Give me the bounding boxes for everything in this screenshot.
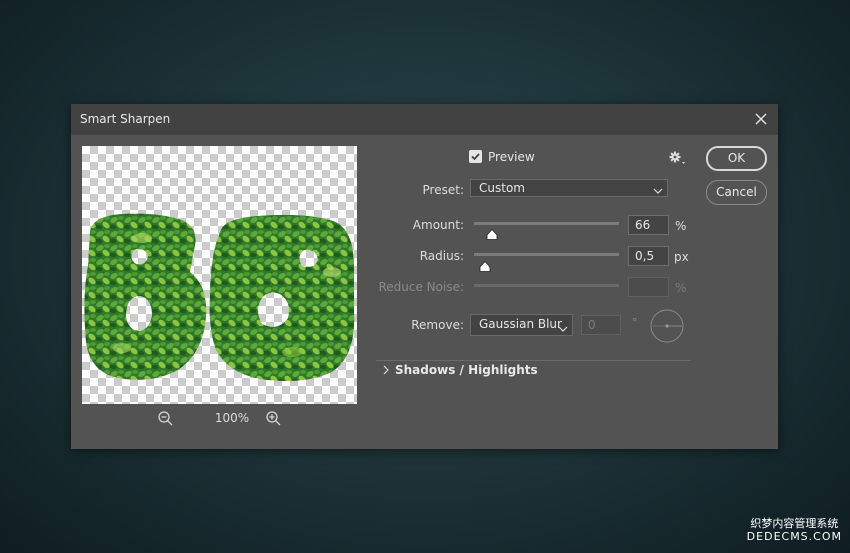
section-divider <box>376 360 691 361</box>
zoom-level: 100% <box>214 411 250 425</box>
watermark-line-1: 织梦内容管理系统 <box>750 517 839 530</box>
shadows-highlights-toggle[interactable]: Shadows / Highlights <box>395 363 538 377</box>
preset-value: Custom <box>479 181 525 195</box>
radius-unit: px <box>674 250 689 264</box>
radius-slider-thumb[interactable] <box>479 257 491 272</box>
reduce-noise-input <box>628 277 669 297</box>
preview-checkbox[interactable] <box>469 150 482 163</box>
radius-input[interactable]: 0,5 <box>628 246 669 266</box>
close-icon[interactable] <box>750 108 772 130</box>
watermark-line-2: DEDECMS.COM <box>746 530 842 543</box>
chevron-right-icon[interactable] <box>380 362 392 376</box>
preview-image[interactable] <box>82 146 357 404</box>
gear-icon[interactable] <box>668 150 688 166</box>
zoom-controls: 100% <box>82 408 357 432</box>
chevron-down-icon <box>558 322 568 336</box>
angle-input: 0 <box>581 315 621 335</box>
amount-slider-thumb[interactable] <box>486 225 498 240</box>
dialog-titlebar[interactable]: Smart Sharpen <box>71 104 778 135</box>
preset-label: Preset: <box>422 183 464 197</box>
reduce-noise-slider <box>474 284 619 287</box>
radius-label: Radius: <box>419 249 464 263</box>
angle-dial-icon[interactable] <box>649 308 685 344</box>
remove-select[interactable]: Gaussian Blur <box>470 314 573 336</box>
reduce-noise-label: Reduce Noise: <box>378 280 464 294</box>
preview-label: Preview <box>488 150 535 164</box>
dialog-title: Smart Sharpen <box>80 112 171 126</box>
smart-sharpen-dialog: Smart Sharpen 100% Preview Preset: Custo… <box>71 104 778 449</box>
watermark: 织梦内容管理系统 DEDECMS.COM <box>747 517 842 543</box>
zoom-in-icon[interactable] <box>265 410 283 428</box>
chevron-down-icon <box>653 184 663 198</box>
amount-unit: % <box>675 219 687 233</box>
ok-button[interactable]: OK <box>706 146 767 171</box>
amount-input[interactable]: 66 <box>628 215 669 235</box>
amount-label: Amount: <box>412 218 464 232</box>
remove-value: Gaussian Blur <box>479 317 562 331</box>
radius-slider[interactable] <box>474 253 619 256</box>
angle-unit: ° <box>632 316 638 329</box>
leaf-text-image <box>84 213 355 381</box>
preset-select[interactable]: Custom <box>470 179 668 197</box>
cancel-button[interactable]: Cancel <box>706 180 767 205</box>
remove-label: Remove: <box>411 318 464 332</box>
zoom-out-icon[interactable] <box>157 410 175 428</box>
reduce-noise-unit: % <box>675 281 687 295</box>
